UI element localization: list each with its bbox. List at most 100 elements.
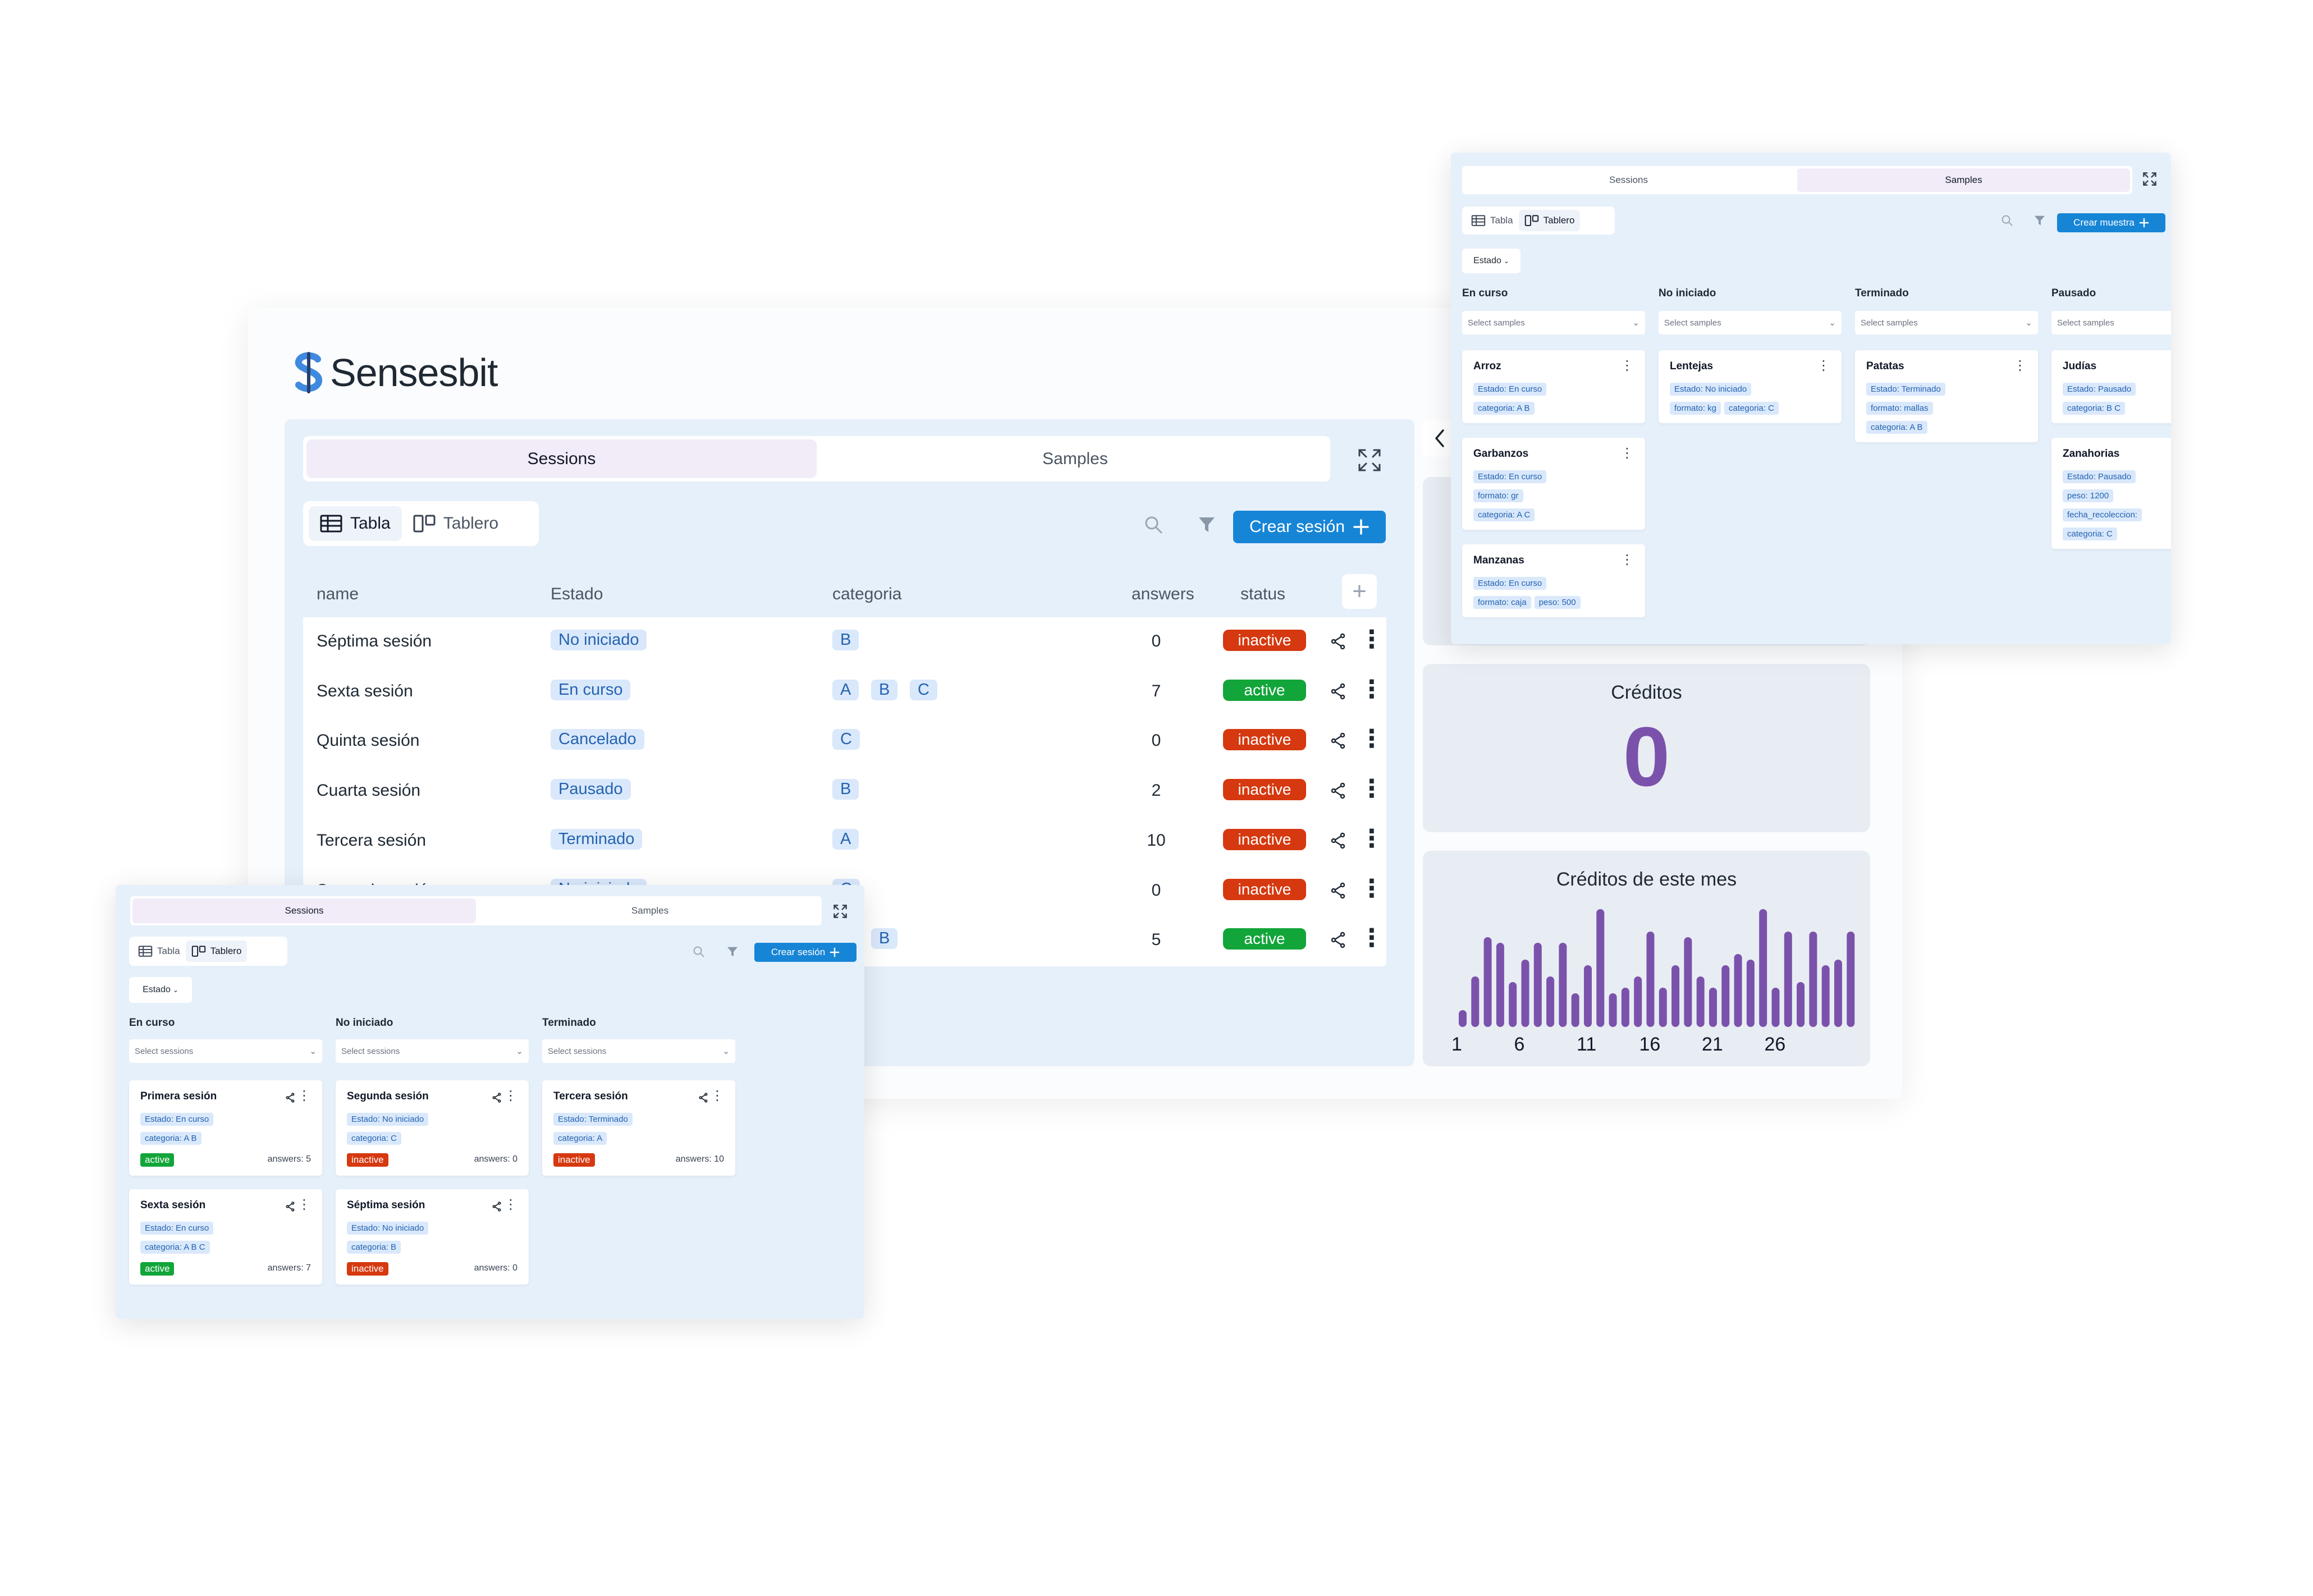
board-card[interactable]: Lentejas ⋮ Estado: No iniciado formato: kg c… (1659, 350, 1842, 423)
estado-filter-dropdown[interactable]: Estado ⌄ (1462, 249, 1520, 273)
view-tabla-button[interactable]: Tabla (1465, 210, 1519, 231)
card-tag: categoria: A (553, 1132, 607, 1145)
more-options-icon[interactable]: ⋮ (1359, 774, 1384, 803)
expand-icon[interactable] (833, 904, 848, 919)
more-options-icon[interactable]: ⋮ (1359, 625, 1384, 654)
more-options-icon[interactable]: ⋮ (504, 1198, 517, 1212)
more-options-icon[interactable]: ⋮ (1359, 675, 1384, 704)
more-options-icon[interactable]: ⋮ (1359, 724, 1384, 753)
tab-samples[interactable]: Samples (820, 436, 1330, 481)
share-icon[interactable] (1330, 832, 1346, 854)
column-header-status[interactable]: status (1240, 585, 1285, 604)
board-card[interactable]: Zanahorias⋮Estado: Pausadopeso: 1200fech… (2051, 438, 2171, 549)
status-badge: inactive (1223, 630, 1306, 651)
more-options-icon[interactable]: ⋮ (1620, 359, 1634, 373)
view-tablero-button[interactable]: Tablero (402, 506, 510, 541)
more-options-icon[interactable]: ⋮ (1359, 824, 1384, 853)
tab-sessions[interactable]: Sessions (1462, 166, 1795, 194)
card-tag-row: peso: 1200 (2063, 489, 2117, 502)
view-tablero-button[interactable]: Tablero (185, 941, 248, 962)
search-icon[interactable] (1144, 515, 1163, 537)
share-icon[interactable] (698, 1093, 708, 1106)
column-header-answers[interactable]: answers (1132, 585, 1194, 604)
estado-filter-label: Estado (143, 985, 171, 994)
tab-sessions[interactable]: Sessions (306, 439, 817, 478)
board-column-select[interactable]: Select sessions ⌄ (336, 1039, 529, 1063)
board-column-select[interactable]: Select sessions ⌄ (129, 1039, 322, 1063)
expand-icon[interactable] (2142, 172, 2157, 186)
create-sample-label: Crear muestra (2073, 217, 2135, 228)
share-icon[interactable] (1330, 782, 1346, 804)
view-tabla-button[interactable]: Tabla (309, 506, 402, 541)
board-column-select[interactable]: Select samples⌄ (1659, 311, 1842, 334)
card-title: Lentejas (1670, 360, 1714, 372)
view-tabla-button[interactable]: Tabla (132, 941, 186, 962)
share-icon[interactable] (1330, 732, 1346, 754)
board-column-select[interactable]: Select samples⌄ (1462, 311, 1645, 334)
more-options-icon[interactable]: ⋮ (1620, 553, 1634, 567)
view-tablero-label: Tablero (1543, 215, 1575, 226)
board-card[interactable]: Manzanas ⋮ Estado: En curso formato: caja pe… (1462, 544, 1645, 617)
estado-filter-dropdown[interactable]: Estado ⌄ (129, 977, 192, 1003)
search-icon[interactable] (2001, 214, 2013, 230)
tab-samples[interactable]: Samples (478, 896, 822, 925)
search-icon[interactable] (693, 946, 705, 961)
table-row[interactable]: Cuarta sesión Pausado B 2 inactive ⋮ (303, 767, 1386, 816)
column-header-estado[interactable]: Estado (551, 585, 603, 604)
view-tablero-button[interactable]: Tablero (1518, 210, 1581, 231)
share-icon[interactable] (1330, 932, 1346, 953)
card-tag-row: categoria: A (553, 1132, 610, 1145)
chart-tick-label: 16 (1639, 1034, 1661, 1055)
filter-icon[interactable] (1197, 515, 1216, 537)
share-icon[interactable] (492, 1093, 502, 1106)
board-card[interactable]: Garbanzos ⋮ Estado: En curso formato: gr cat… (1462, 438, 1645, 530)
tab-samples[interactable]: Samples (1797, 168, 2130, 192)
more-options-icon[interactable]: ⋮ (297, 1198, 311, 1212)
more-options-icon[interactable]: ⋮ (1359, 874, 1384, 903)
share-icon[interactable] (1330, 882, 1346, 904)
table-row[interactable]: Tercera sesión Terminado A 10 inactive ⋮ (303, 817, 1386, 866)
chart-tick-label: 26 (1765, 1034, 1786, 1055)
filter-icon[interactable] (726, 946, 739, 961)
more-options-icon[interactable]: ⋮ (1359, 924, 1384, 952)
share-icon[interactable] (1330, 683, 1346, 704)
more-options-icon[interactable]: ⋮ (711, 1089, 724, 1103)
share-icon[interactable] (285, 1201, 295, 1214)
share-icon[interactable] (285, 1093, 295, 1106)
more-options-icon[interactable]: ⋮ (504, 1089, 517, 1103)
share-icon[interactable] (1330, 633, 1346, 654)
create-session-button[interactable]: Crear sesión (1233, 511, 1386, 543)
more-options-icon[interactable]: ⋮ (2013, 359, 2027, 373)
table-row[interactable]: Quinta sesión Cancelado C 0 inactive ⋮ (303, 717, 1386, 766)
more-options-icon[interactable]: ⋮ (1620, 447, 1634, 460)
create-session-button[interactable]: Crear sesión (754, 943, 857, 962)
session-name: Séptima sesión (317, 632, 432, 650)
board-card[interactable]: Segunda sesión ⋮ Estado: No iniciado catego… (336, 1080, 529, 1176)
main-tabs: Sessions Samples (303, 436, 1330, 481)
share-icon[interactable] (492, 1201, 502, 1214)
chart-tick-label: 6 (1514, 1034, 1525, 1055)
board-column-select[interactable]: Select samples⌄ (1855, 311, 2038, 334)
filter-icon[interactable] (2033, 214, 2046, 230)
create-sample-button[interactable]: Crear muestra (2057, 213, 2165, 232)
card-tag-row: Estado: Pausado (2063, 383, 2139, 396)
board-column-select[interactable]: Select samples⌄ (2051, 311, 2171, 334)
card-tag-row: categoria: A B (140, 1132, 205, 1145)
add-column-button[interactable]: + (1342, 574, 1377, 609)
board-column-select[interactable]: Select sessions ⌄ (542, 1039, 735, 1063)
board-card[interactable]: Tercera sesión ⋮ Estado: Terminado categori… (542, 1080, 735, 1176)
more-options-icon[interactable]: ⋮ (297, 1089, 311, 1103)
column-header-name[interactable]: name (317, 585, 359, 604)
board-card[interactable]: Judías⋮Estado: Pausadocategoria: B C (2051, 350, 2171, 423)
board-card[interactable]: Patatas ⋮ Estado: Terminado formato: mallas… (1855, 350, 2038, 442)
board-card[interactable]: Sexta sesión ⋮ Estado: En curso categoria: … (129, 1189, 322, 1285)
column-header-categoria[interactable]: categoria (832, 585, 901, 604)
board-card[interactable]: Arroz ⋮ Estado: En curso categoria: A B (1462, 350, 1645, 423)
more-options-icon[interactable]: ⋮ (1817, 359, 1830, 373)
table-row[interactable]: Sexta sesión En curso A B C 7 active ⋮ (303, 667, 1386, 717)
tab-sessions[interactable]: Sessions (132, 898, 476, 923)
board-card[interactable]: Séptima sesión ⋮ Estado: No iniciado catego… (336, 1189, 529, 1285)
board-card[interactable]: Primera sesión ⋮ Estado: En curso categoria… (129, 1080, 322, 1176)
table-row[interactable]: Séptima sesión No iniciado B 0 inactive ⋮ (303, 617, 1386, 667)
expand-icon[interactable] (1353, 443, 1386, 477)
